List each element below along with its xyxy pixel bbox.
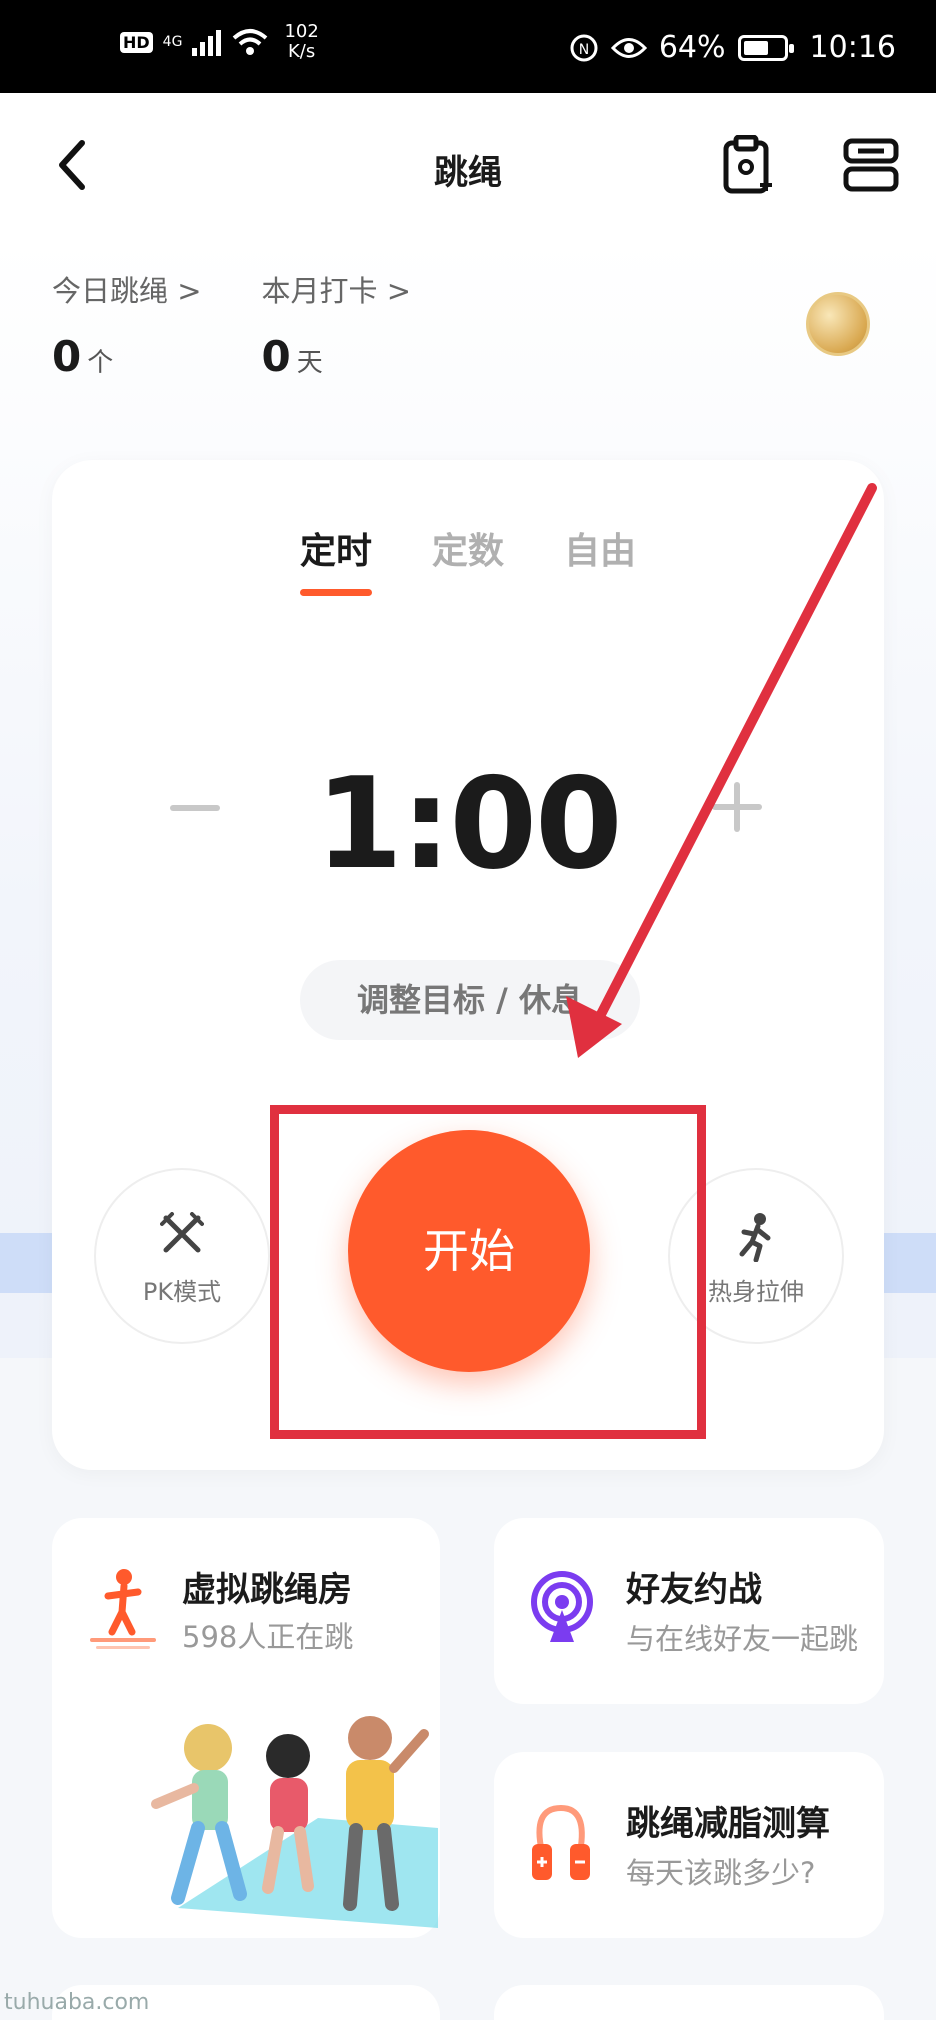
month-stat[interactable]: 本月打卡 > 0 天 xyxy=(262,268,412,381)
app-header: 跳绳 xyxy=(0,93,936,238)
status-bar: HD 4G 102 K/s N 64% 10:16 xyxy=(0,0,936,93)
device-icon[interactable] xyxy=(842,135,900,195)
hd-badge: HD xyxy=(120,31,153,53)
crossed-swords-icon xyxy=(160,1212,204,1253)
tab-free[interactable]: 自由 xyxy=(564,522,636,574)
virtual-room-title: 虚拟跳绳房 xyxy=(182,1570,352,1610)
increase-button[interactable] xyxy=(712,782,762,832)
virtual-room-card[interactable]: 虚拟跳绳房 598人正在跳 xyxy=(52,1518,440,1938)
month-value-row: 0 天 xyxy=(262,332,412,381)
battery-percent: 64% xyxy=(658,30,726,65)
speed-value: 102 xyxy=(284,21,319,42)
fat-burn-calc-subtitle: 每天该跳多少? xyxy=(626,1856,816,1890)
pk-mode-button[interactable]: PK模式 xyxy=(94,1168,270,1344)
speed-unit: K/s xyxy=(287,41,316,62)
eye-icon xyxy=(610,37,647,58)
battery-icon xyxy=(737,34,794,61)
battery-fill xyxy=(743,40,768,55)
network-type: 4G xyxy=(162,34,183,50)
next-card-right xyxy=(494,1985,884,2020)
nfc-icon: N xyxy=(570,34,598,61)
friends-battle-card[interactable]: 好友约战 与在线好友一起跳 xyxy=(494,1518,884,1704)
jumping-people-illustration xyxy=(151,1716,438,1928)
medal-icon[interactable] xyxy=(806,292,870,356)
month-unit: 天 xyxy=(296,348,323,378)
signal-icon xyxy=(192,30,222,56)
tab-count[interactable]: 定数 xyxy=(432,522,504,574)
today-label: 今日跳绳 > xyxy=(52,274,202,308)
adjust-target-button[interactable]: 调整目标 / 休息 xyxy=(300,960,640,1040)
jump-rope-icon xyxy=(532,1804,590,1880)
friends-battle-subtitle: 与在线好友一起跳 xyxy=(626,1622,859,1656)
clipboard-add-icon[interactable] xyxy=(720,135,778,195)
fat-burn-calc-title: 跳绳减脂测算 xyxy=(626,1804,830,1844)
today-stat[interactable]: 今日跳绳 > 0 个 xyxy=(52,268,202,381)
highlight-box xyxy=(270,1105,706,1439)
page-title: 跳绳 xyxy=(434,153,502,193)
watermark: tuhuaba.com xyxy=(4,1990,150,2015)
jumping-person-icon xyxy=(90,1569,156,1649)
tab-timed[interactable]: 定时 xyxy=(299,522,372,596)
month-label: 本月打卡 > xyxy=(261,274,412,308)
svg-text:N: N xyxy=(579,42,589,58)
virtual-room-subtitle: 598人正在跳 xyxy=(182,1620,354,1654)
today-unit: 个 xyxy=(87,348,114,378)
network-speed: 102 K/s xyxy=(284,22,318,62)
clock: 10:16 xyxy=(809,30,896,65)
stats-row: 今日跳绳 > 0 个 本月打卡 > 0 天 xyxy=(52,268,411,381)
friends-battle-title: 好友约战 xyxy=(626,1570,762,1610)
pk-mode-label: PK模式 xyxy=(142,1278,222,1306)
month-value: 0 xyxy=(261,332,291,381)
fat-burn-calc-card[interactable]: 跳绳减脂测算 每天该跳多少? xyxy=(494,1752,884,1938)
today-value: 0 xyxy=(52,332,82,381)
running-person-icon xyxy=(739,1213,771,1262)
wifi-icon xyxy=(233,29,268,55)
today-value-row: 0 个 xyxy=(52,332,202,381)
broadcast-icon xyxy=(531,1571,593,1642)
mode-tabs: 定时 定数 自由 xyxy=(52,522,884,596)
